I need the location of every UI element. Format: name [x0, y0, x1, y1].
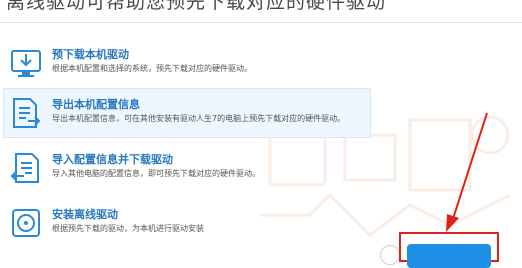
option-export-config[interactable]: 导出本机配置信息 导出本机配置信息，可在其他安装有驱动人生7的电脑上预先下载对应…	[3, 88, 371, 138]
document-export-icon	[13, 98, 41, 128]
page-header: 离线驱动可帮助您预先下载对应的硬件驱动	[6, 0, 387, 13]
document-import-icon	[10, 153, 39, 183]
option-description: 导出本机配置信息，可在其他安装有驱动人生7的电脑上预先下载对应的硬件驱动。	[52, 114, 346, 123]
disc-install-icon	[12, 209, 40, 237]
option-predownload-drivers[interactable]: 预下载本机驱动 根据本机配置和选择的系统，预先下载对应的硬件驱动。	[3, 38, 371, 88]
option-install-offline-drivers[interactable]: 安装离线驱动 根据预先下载的驱动，为本机进行驱动安装	[3, 198, 371, 248]
option-title: 安装离线驱动	[52, 208, 118, 221]
option-description: 根据本机配置和选择的系统，预先下载对应的硬件驱动。	[52, 64, 252, 73]
primary-action-button[interactable]	[407, 244, 491, 268]
monitor-download-icon	[11, 50, 41, 77]
header-divider	[0, 22, 522, 23]
option-import-config-download[interactable]: 导入配置信息并下载驱动 导入其他电脑的配置信息，即可预先下载对应的硬件驱动。	[3, 143, 371, 193]
secondary-circle-button[interactable]	[380, 245, 400, 265]
option-description: 根据预先下载的驱动，为本机进行驱动安装	[52, 224, 204, 233]
highlight-box	[399, 232, 499, 268]
option-title: 预下载本机驱动	[52, 48, 129, 61]
option-description: 导入其他电脑的配置信息，即可预先下载对应的硬件驱动。	[52, 169, 260, 178]
option-title: 导出本机配置信息	[52, 98, 140, 111]
option-title: 导入配置信息并下载驱动	[52, 153, 173, 166]
